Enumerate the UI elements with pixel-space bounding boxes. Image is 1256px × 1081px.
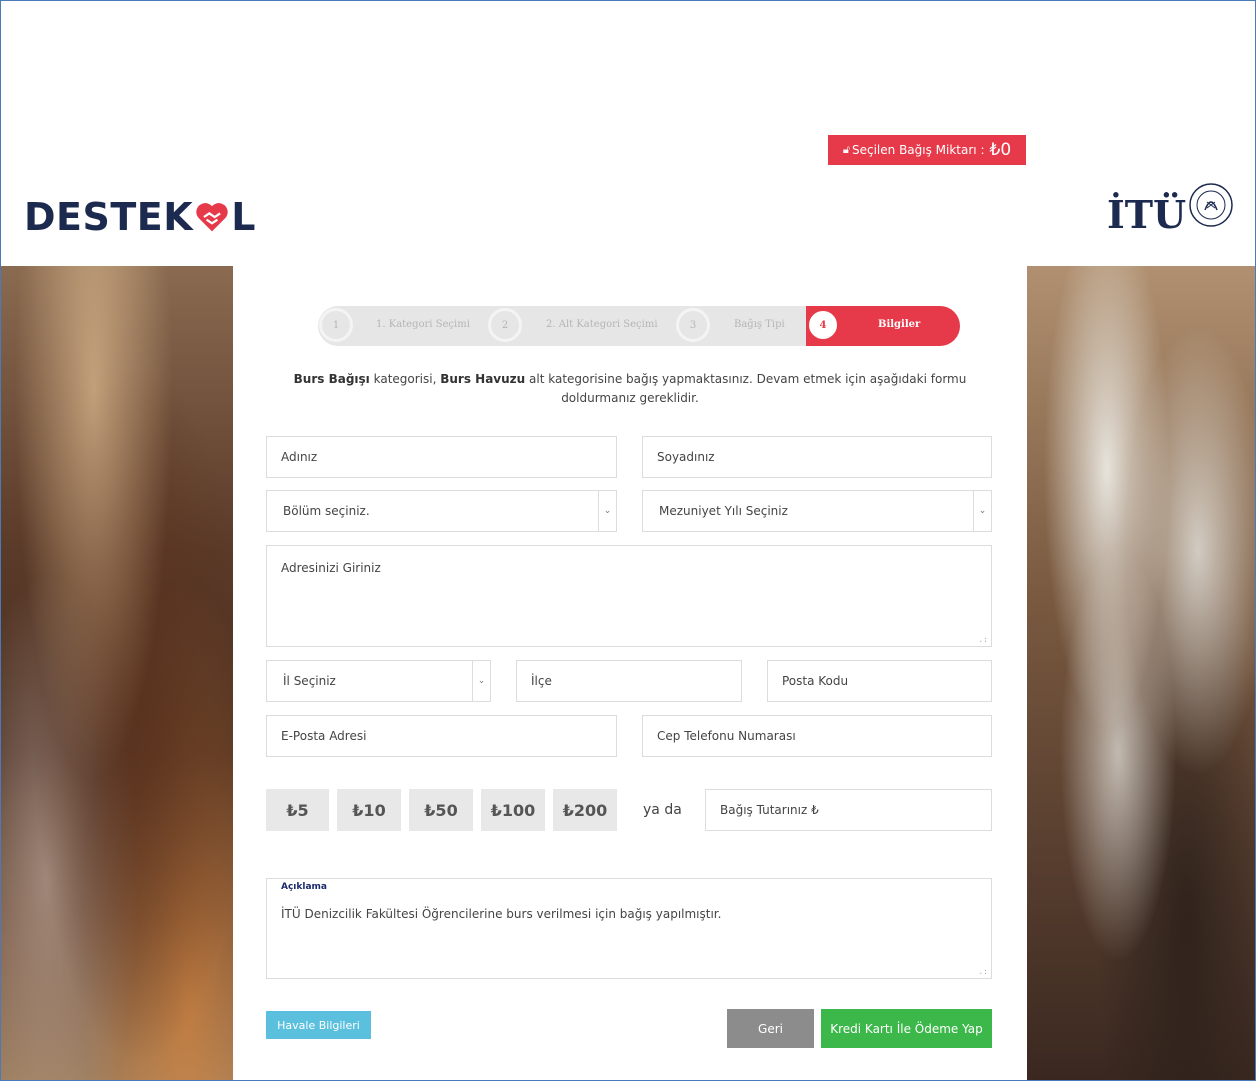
library-photo-right bbox=[1027, 266, 1255, 1080]
itu-logo[interactable]: İTÜ bbox=[1107, 182, 1234, 234]
email-placeholder: E-Posta Adresi bbox=[281, 729, 367, 743]
city-select[interactable]: İl Seçiniz ⌄ bbox=[266, 660, 491, 702]
amount-option-5[interactable]: ₺5 bbox=[266, 789, 329, 831]
step-4-label[interactable]: Bilgiler bbox=[878, 319, 920, 330]
department-select[interactable]: Bölüm seçiniz. ⌄ bbox=[266, 490, 617, 532]
heart-handshake-icon bbox=[196, 203, 228, 232]
district-input[interactable]: İlçe bbox=[516, 660, 742, 702]
phone-placeholder: Cep Telefonu Numarası bbox=[657, 729, 796, 743]
step-4-number[interactable]: 4 bbox=[806, 308, 840, 342]
logo-text-part2: L bbox=[231, 195, 256, 239]
pay-with-card-button[interactable]: Kredi Kartı İle Ödeme Yap bbox=[821, 1009, 992, 1048]
amount-option-100[interactable]: ₺100 bbox=[481, 789, 545, 831]
intro-text-2: alt kategorisine bağış yapmaktasınız. De… bbox=[525, 372, 967, 405]
transfer-info-button[interactable]: Havale Bilgileri bbox=[266, 1011, 371, 1039]
description-label: Açıklama bbox=[281, 882, 327, 892]
description-textarea[interactable]: İTÜ Denizcilik Fakültesi Öğrencilerine b… bbox=[266, 878, 992, 979]
department-select-value: Bölüm seçiniz. bbox=[283, 504, 370, 518]
last-name-placeholder: Soyadınız bbox=[657, 450, 715, 464]
lock-icon: 🔓︎ bbox=[842, 143, 850, 156]
amount-option-10[interactable]: ₺10 bbox=[337, 789, 401, 831]
step-3-number[interactable]: 3 bbox=[676, 308, 710, 342]
destekol-logo[interactable]: DESTEK L bbox=[24, 195, 256, 239]
step-1-number[interactable]: 1 bbox=[319, 308, 353, 342]
intro-text-1: kategorisi, bbox=[369, 372, 441, 386]
selected-donation-badge[interactable]: 🔓︎ Seçilen Bağış Miktarı : ₺0 bbox=[828, 135, 1026, 165]
chevron-down-icon: ⌄ bbox=[598, 491, 616, 531]
intro-text: Burs Bağışı kategorisi, Burs Havuzu alt … bbox=[270, 370, 990, 408]
graduation-year-select[interactable]: Mezuniyet Yılı Seçiniz ⌄ bbox=[642, 490, 992, 532]
phone-input[interactable]: Cep Telefonu Numarası bbox=[642, 715, 992, 757]
district-placeholder: İlçe bbox=[531, 674, 552, 688]
resize-grip-icon[interactable]: .: bbox=[978, 967, 988, 976]
step-1-label[interactable]: 1. Kategori Seçimi bbox=[376, 319, 470, 330]
city-select-value: İl Seçiniz bbox=[283, 674, 336, 688]
or-text: ya da bbox=[643, 802, 682, 818]
chevron-down-icon: ⌄ bbox=[472, 661, 490, 701]
postal-code-input[interactable]: Posta Kodu bbox=[767, 660, 992, 702]
custom-amount-placeholder: Bağış Tutarınız ₺ bbox=[720, 803, 819, 817]
donation-amount: ₺0 bbox=[989, 140, 1012, 160]
chevron-down-icon: ⌄ bbox=[973, 491, 991, 531]
resize-grip-icon[interactable]: .: bbox=[978, 635, 988, 644]
address-placeholder: Adresinizi Giriniz bbox=[281, 561, 381, 575]
step-2-number[interactable]: 2 bbox=[488, 308, 522, 342]
intro-subcategory: Burs Havuzu bbox=[440, 372, 526, 386]
last-name-input[interactable]: Soyadınız bbox=[642, 436, 992, 478]
library-photo-left bbox=[1, 266, 233, 1080]
amount-option-50[interactable]: ₺50 bbox=[409, 789, 473, 831]
first-name-placeholder: Adınız bbox=[281, 450, 318, 464]
step-2-label[interactable]: 2. Alt Kategori Seçimi bbox=[546, 319, 658, 330]
donation-label: Seçilen Bağış Miktarı : bbox=[852, 143, 985, 157]
progress-stepper: 1 1. Kategori Seçimi 2 2. Alt Kategori S… bbox=[318, 306, 960, 346]
custom-amount-input[interactable]: Bağış Tutarınız ₺ bbox=[705, 789, 992, 831]
back-button[interactable]: Geri bbox=[727, 1009, 814, 1048]
description-value: İTÜ Denizcilik Fakültesi Öğrencilerine b… bbox=[281, 907, 722, 921]
logo-text-part1: DESTEK bbox=[24, 195, 194, 239]
university-seal-icon bbox=[1189, 183, 1233, 227]
first-name-input[interactable]: Adınız bbox=[266, 436, 617, 478]
email-input[interactable]: E-Posta Adresi bbox=[266, 715, 617, 757]
address-textarea[interactable]: Adresinizi Giriniz .: bbox=[266, 545, 992, 647]
intro-category: Burs Bağışı bbox=[293, 372, 370, 386]
graduation-select-value: Mezuniyet Yılı Seçiniz bbox=[659, 504, 788, 518]
itu-logo-text: İTÜ bbox=[1107, 192, 1187, 237]
step-3-label[interactable]: Bağış Tipi bbox=[734, 319, 785, 330]
postal-placeholder: Posta Kodu bbox=[782, 674, 849, 688]
amount-option-200[interactable]: ₺200 bbox=[553, 789, 617, 831]
